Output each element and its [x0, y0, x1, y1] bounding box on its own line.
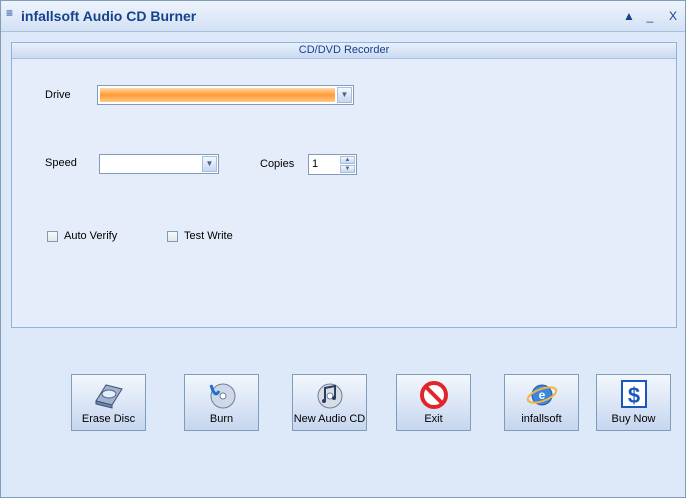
svg-text:e: e [538, 388, 545, 402]
app-window: ≡ infallsoft Audio CD Burner ▲ _ X CD/DV… [0, 0, 686, 498]
drive-selection-highlight [100, 88, 335, 102]
erase-disc-button[interactable]: Erase Disc [71, 374, 146, 431]
speed-label: Speed [45, 157, 77, 169]
copies-value[interactable]: 1 [312, 158, 318, 170]
group-title: CD/DVD Recorder [12, 43, 676, 59]
restore-button[interactable]: _ [642, 8, 658, 24]
chevron-down-icon[interactable]: ▼ [337, 87, 352, 103]
drive-label: Drive [45, 89, 71, 101]
burn-cd-icon [209, 383, 235, 409]
dollar-icon: $ [620, 380, 647, 408]
infallsoft-label: infallsoft [521, 413, 562, 425]
menu-lines-icon[interactable]: ≡ [6, 7, 16, 19]
copies-stepper[interactable]: 1 ▲ ▼ [308, 154, 357, 175]
exit-icon [419, 381, 448, 409]
window-title: infallsoft Audio CD Burner [21, 8, 197, 24]
spin-down-icon[interactable]: ▼ [340, 165, 355, 173]
exit-button[interactable]: Exit [396, 374, 471, 431]
drive-select[interactable]: ▼ [97, 85, 354, 105]
new-audio-cd-icon [317, 383, 342, 409]
svg-text:$: $ [627, 383, 639, 408]
close-button[interactable]: X [665, 8, 681, 24]
title-bar[interactable]: ≡ infallsoft Audio CD Burner ▲ _ X [1, 1, 685, 32]
test-write-checkbox[interactable] [167, 231, 178, 242]
speed-select[interactable]: ▼ [99, 154, 219, 174]
burn-label: Burn [209, 413, 234, 425]
test-write-label: Test Write [184, 230, 233, 242]
burn-button[interactable]: Burn [184, 374, 259, 431]
infallsoft-icon: e [526, 384, 557, 406]
chevron-down-icon[interactable]: ▼ [202, 156, 217, 172]
erase-disc-label: Erase Disc [81, 413, 136, 425]
buy-now-label: Buy Now [611, 413, 656, 425]
auto-verify-checkbox[interactable] [47, 231, 58, 242]
buy-now-button[interactable]: $ Buy Now [596, 374, 671, 431]
new-audio-cd-label: New Audio CD [293, 413, 366, 425]
copies-label: Copies [260, 158, 295, 170]
new-audio-cd-button[interactable]: New Audio CD [292, 374, 367, 431]
exit-label: Exit [424, 413, 443, 425]
minimize-button[interactable]: ▲ [621, 8, 637, 24]
auto-verify-label: Auto Verify [64, 230, 118, 242]
infallsoft-button[interactable]: e infallsoft [504, 374, 579, 431]
erase-disc-icon [94, 384, 123, 409]
spin-up-icon[interactable]: ▲ [340, 156, 355, 164]
